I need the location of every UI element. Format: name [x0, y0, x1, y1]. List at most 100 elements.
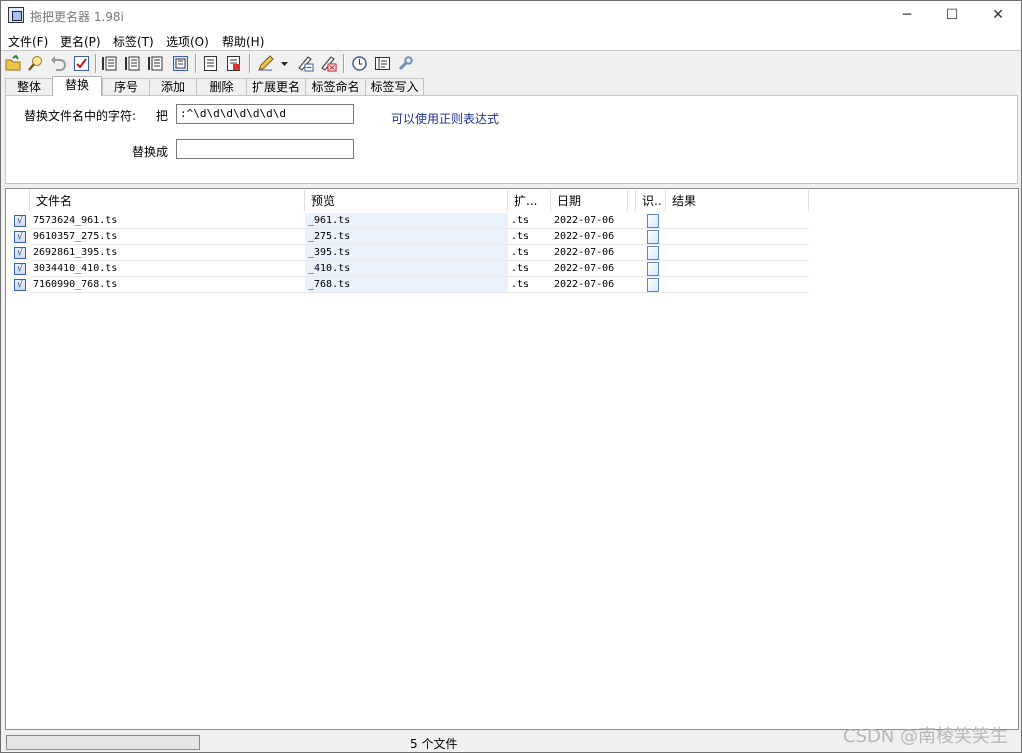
replace-label: 替换成	[132, 145, 169, 159]
app-window: 拖把更名器 1.98i ─ ☐ ✕ 文件(F) 更名(P) 标签(T) 选项(O…	[0, 0, 1022, 753]
rename-edit-icon[interactable]	[297, 55, 314, 72]
document-export-icon[interactable]	[225, 55, 242, 72]
table-row[interactable]: √ 7160990_768.ts _768.ts .ts 2022-07-06	[6, 277, 809, 293]
toolbar-separator	[195, 54, 197, 73]
tab-extended-rename[interactable]: 扩展更名	[246, 78, 306, 95]
menu-bar: 文件(F) 更名(P) 标签(T) 选项(O) 帮助(H)	[1, 31, 1021, 51]
pen-icon[interactable]	[257, 55, 274, 72]
result-cell	[666, 277, 809, 293]
tab-replace[interactable]: 替换	[52, 76, 102, 96]
extension-cell: .ts	[508, 213, 551, 229]
clock-icon[interactable]	[351, 55, 368, 72]
rename-clear-icon[interactable]	[320, 55, 337, 72]
maximize-button[interactable]: ☐	[929, 1, 975, 31]
menu-help[interactable]: 帮助(H)	[222, 33, 264, 50]
regex-hint: 可以使用正则表达式	[391, 112, 500, 126]
menu-rename[interactable]: 更名(P)	[60, 33, 101, 50]
filename-cell: 9610357_275.ts	[30, 229, 305, 245]
window-title: 拖把更名器 1.98i	[30, 10, 124, 24]
tag-3-icon[interactable]	[148, 55, 165, 72]
open-folder-icon[interactable]	[5, 55, 22, 72]
toolbar-separator	[343, 54, 345, 73]
table-row[interactable]: √ 2692861_395.ts _395.ts .ts 2022-07-06	[6, 245, 809, 261]
progress-bar	[6, 735, 200, 750]
row-checkbox[interactable]: √	[14, 231, 26, 243]
tab-overall[interactable]: 整体	[5, 78, 53, 95]
preview-cell: _768.ts	[305, 277, 508, 293]
date-cell: 2022-07-06	[551, 261, 628, 277]
tab-delete[interactable]: 删除	[196, 78, 247, 95]
settings-panel-icon[interactable]	[374, 55, 391, 72]
date-cell: 2022-07-06	[551, 229, 628, 245]
row-checkbox[interactable]: √	[14, 215, 26, 227]
toolbar-separator	[95, 54, 97, 73]
document-icon[interactable]	[202, 55, 219, 72]
menu-tags[interactable]: 标签(T)	[113, 33, 154, 50]
tools-icon[interactable]	[397, 55, 414, 72]
filename-cell: 3034410_410.ts	[30, 261, 305, 277]
filename-cell: 7160990_768.ts	[30, 277, 305, 293]
tag-edit-icon[interactable]	[172, 55, 189, 72]
tag-1-icon[interactable]	[102, 55, 119, 72]
check-icon[interactable]	[73, 55, 90, 72]
file-icon	[647, 214, 659, 228]
replace-input[interactable]	[176, 139, 354, 159]
find-input[interactable]: :^\d\d\d\d\d\d\d	[176, 104, 354, 124]
preview-cell: _410.ts	[305, 261, 508, 277]
date-cell: 2022-07-06	[551, 213, 628, 229]
extension-cell: .ts	[508, 277, 551, 293]
undo-icon[interactable]	[50, 55, 67, 72]
column-header-spacer[interactable]	[628, 190, 636, 211]
row-checkbox[interactable]: √	[14, 247, 26, 259]
close-button[interactable]: ✕	[975, 1, 1021, 31]
toolbar-separator	[249, 54, 251, 73]
file-icon	[647, 230, 659, 244]
column-header-preview[interactable]: 预览	[305, 190, 508, 211]
dropdown-arrow-icon[interactable]	[279, 55, 290, 72]
file-list[interactable]: 文件名 预览 扩... 日期 识.. 结果 √ 7573624_961.ts _…	[5, 188, 1019, 730]
find-label: 替换文件名中的字符:	[24, 109, 137, 123]
column-header-filename[interactable]: 文件名	[30, 190, 305, 211]
file-icon	[647, 246, 659, 260]
result-cell	[666, 261, 809, 277]
tab-tag-writing[interactable]: 标签写入	[365, 78, 424, 95]
result-cell	[666, 213, 809, 229]
filename-cell: 7573624_961.ts	[30, 213, 305, 229]
extension-cell: .ts	[508, 245, 551, 261]
preview-cell: _275.ts	[305, 229, 508, 245]
title-bar: 拖把更名器 1.98i ─ ☐ ✕	[1, 1, 1021, 31]
tab-tag-naming[interactable]: 标签命名	[305, 78, 366, 95]
search-icon[interactable]	[27, 55, 44, 72]
toolbar	[1, 51, 1021, 76]
minimize-button[interactable]: ─	[884, 1, 930, 31]
menu-file[interactable]: 文件(F)	[8, 33, 48, 50]
extension-cell: .ts	[508, 261, 551, 277]
by-label: 把	[156, 109, 169, 123]
column-header-id[interactable]: 识..	[636, 190, 666, 211]
column-header-check[interactable]	[6, 190, 30, 211]
column-header-result[interactable]: 结果	[666, 190, 809, 211]
menu-options[interactable]: 选项(O)	[166, 33, 209, 50]
tab-add[interactable]: 添加	[149, 78, 197, 95]
file-icon	[647, 278, 659, 292]
table-row[interactable]: √ 9610357_275.ts _275.ts .ts 2022-07-06	[6, 229, 809, 245]
file-icon	[647, 262, 659, 276]
app-icon	[8, 7, 24, 23]
row-checkbox[interactable]: √	[14, 263, 26, 275]
table-row[interactable]: √ 7573624_961.ts _961.ts .ts 2022-07-06	[6, 213, 809, 229]
row-checkbox[interactable]: √	[14, 279, 26, 291]
replace-panel: 替换文件名中的字符: 把 :^\d\d\d\d\d\d\d 可以使用正则表达式 …	[5, 95, 1018, 184]
preview-cell: _395.ts	[305, 245, 508, 261]
date-cell: 2022-07-06	[551, 277, 628, 293]
result-cell	[666, 229, 809, 245]
column-header-date[interactable]: 日期	[551, 190, 628, 211]
tab-sequence[interactable]: 序号	[102, 78, 150, 95]
column-header-extension[interactable]: 扩...	[508, 190, 551, 211]
table-row[interactable]: √ 3034410_410.ts _410.ts .ts 2022-07-06	[6, 261, 809, 277]
tab-strip: 整体 替换 序号 添加 删除 扩展更名 标签命名 标签写入	[1, 76, 1021, 96]
result-cell	[666, 245, 809, 261]
filename-cell: 2692861_395.ts	[30, 245, 305, 261]
watermark: CSDN @南棱笑笑生	[842, 726, 1008, 747]
tag-2-icon[interactable]	[125, 55, 142, 72]
preview-cell: _961.ts	[305, 213, 508, 229]
